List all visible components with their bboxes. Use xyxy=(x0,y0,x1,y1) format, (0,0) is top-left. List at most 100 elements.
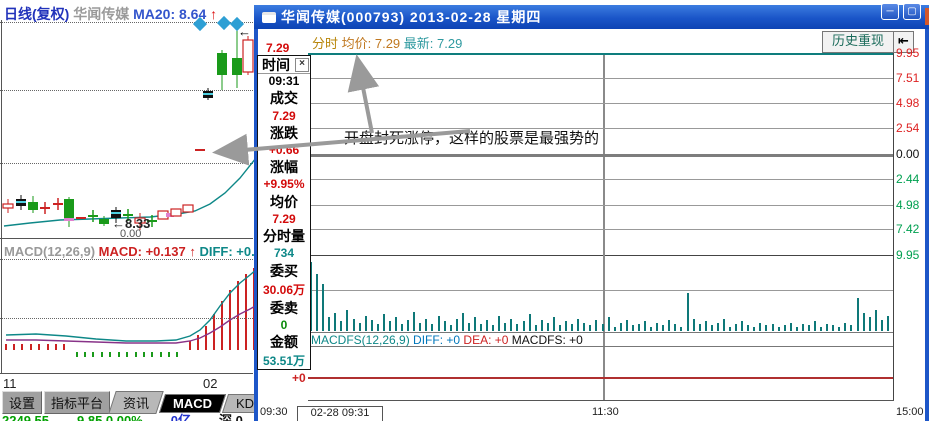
volume-bar xyxy=(571,324,573,331)
macdfs-zero-line xyxy=(308,377,893,379)
volume-bar xyxy=(486,320,488,331)
volume-bar xyxy=(334,313,336,331)
timeshare-info-row: 分时 均价: 7.29 最新: 7.29 xyxy=(312,33,462,52)
time-label-open: 09:30 xyxy=(260,406,288,418)
panel-field-value: 7.29 xyxy=(258,108,310,122)
last-price-label: 最新: 7.29 xyxy=(404,36,463,51)
volume-bar xyxy=(359,323,361,331)
volume-bar xyxy=(638,324,640,331)
volume-bar xyxy=(850,325,852,331)
volume-bar xyxy=(869,317,871,331)
volume-bar xyxy=(577,319,579,331)
volume-bar xyxy=(595,320,597,331)
marker-cyan xyxy=(111,212,121,214)
kline-chart xyxy=(0,0,258,421)
data-panel-title: 时间 xyxy=(262,55,290,75)
macdfs-header-row: MACDFS(12,26,9) DIFF: +0 DEA: +0 MACDFS:… xyxy=(308,332,893,347)
marker-cyan xyxy=(16,201,26,203)
macdfs-dea-label: DEA: +0 xyxy=(463,333,508,347)
percent-axis-label: 2.54 xyxy=(896,121,926,135)
volume-bar xyxy=(328,317,330,331)
candle-red-hollow xyxy=(3,204,13,208)
volume-bar xyxy=(753,327,755,331)
percent-axis-label: 0.00 xyxy=(896,147,926,161)
gridline xyxy=(308,103,893,104)
x-axis-label-11: 11 xyxy=(3,376,17,391)
panel-field-label: 涨幅 xyxy=(258,157,310,177)
volume-bar xyxy=(401,324,403,331)
gridline xyxy=(308,78,893,79)
candle-green xyxy=(232,58,242,75)
panel-field-label: 涨跌 xyxy=(258,123,310,143)
volume-bar xyxy=(450,325,452,331)
panel-field-value: 53.51万 xyxy=(258,352,310,369)
panel-field-value: 734 xyxy=(258,246,310,260)
macdfs-zero-label: +0 xyxy=(292,371,306,385)
window-icon xyxy=(262,12,276,23)
volume-bar xyxy=(717,323,719,331)
panel-field-value: 30.06万 xyxy=(258,281,310,298)
volume-bar xyxy=(687,293,689,331)
volume-bar xyxy=(650,327,652,331)
volume-bar xyxy=(881,320,883,331)
volume-bar xyxy=(832,325,834,331)
volume-bar xyxy=(820,327,822,331)
volume-bar xyxy=(705,321,707,331)
gridline xyxy=(0,259,253,260)
close-icon[interactable]: × xyxy=(295,58,309,72)
macd-dea-line xyxy=(6,305,257,343)
percent-axis-label: 7.42 xyxy=(896,222,926,236)
panel-field-label: 成交 xyxy=(258,88,310,108)
percent-axis-label: 9.95 xyxy=(896,248,926,262)
volume-bar xyxy=(456,319,458,331)
panel-field-value: 09:31 xyxy=(258,74,310,88)
volume-bar xyxy=(723,319,725,331)
maximize-button[interactable]: ▢ xyxy=(903,3,921,20)
screen: 日线(复权) 华闻传媒 MA20: 8.64 ↑ ← ←8.33 0.00 MA… xyxy=(0,0,929,421)
volume-bar xyxy=(826,324,828,331)
avg-price-label: 均价: 7.29 xyxy=(342,36,401,51)
volume-bar xyxy=(620,323,622,331)
volume-bar xyxy=(844,323,846,331)
volume-bar xyxy=(857,298,859,331)
volume-bar xyxy=(759,323,761,331)
volume-bar xyxy=(741,321,743,331)
candle-red-hollow xyxy=(171,209,181,216)
volume-bar xyxy=(583,323,585,331)
volume-bar xyxy=(462,313,464,331)
volume-bar xyxy=(680,327,682,331)
volume-bar xyxy=(425,319,427,331)
volume-bar xyxy=(431,324,433,331)
volume-bar xyxy=(747,325,749,331)
time-label-mid: 11:30 xyxy=(592,406,619,418)
data-panel-rows: 09:31成交7.29涨跌+0.66涨幅+9.95%均价7.29分时量734委买… xyxy=(258,74,310,369)
panel-field-label: 金额 xyxy=(258,332,310,352)
close-button[interactable] xyxy=(925,8,929,25)
left-arrow-marker-icon: ← xyxy=(238,24,251,39)
marker-pink xyxy=(64,218,74,221)
status-item: 0亿 xyxy=(171,413,191,421)
volume-bar xyxy=(875,310,877,331)
panel-field-label: 委买 xyxy=(258,261,310,281)
time-data-panel[interactable]: 时间 × 09:31成交7.29涨跌+0.66涨幅+9.95%均价7.29分时量… xyxy=(257,55,311,370)
volume-bar xyxy=(632,325,634,331)
volume-bar xyxy=(498,316,500,331)
percent-axis-label: 4.98 xyxy=(896,198,926,212)
volume-bar xyxy=(614,327,616,331)
panel-field-value: +9.95% xyxy=(258,177,310,191)
percent-axis-label: 9.95 xyxy=(896,46,926,60)
volume-bar xyxy=(559,325,561,331)
marker-cyan xyxy=(203,93,213,95)
candle-green xyxy=(28,202,38,210)
volume-bar xyxy=(656,323,658,331)
volume-bar xyxy=(608,317,610,331)
volume-bar xyxy=(693,319,695,331)
volume-bar xyxy=(553,317,555,331)
volume-bar xyxy=(735,324,737,331)
timeshare-price-line xyxy=(308,53,893,55)
history-replay-button[interactable]: 历史重现 xyxy=(822,31,894,53)
volume-bar xyxy=(377,324,379,331)
volume-bar xyxy=(808,325,810,331)
minimize-button[interactable]: ─ xyxy=(881,3,899,20)
popup-titlebar[interactable]: 华闻传媒(000793) 2013-02-28 星期四 xyxy=(254,5,929,29)
